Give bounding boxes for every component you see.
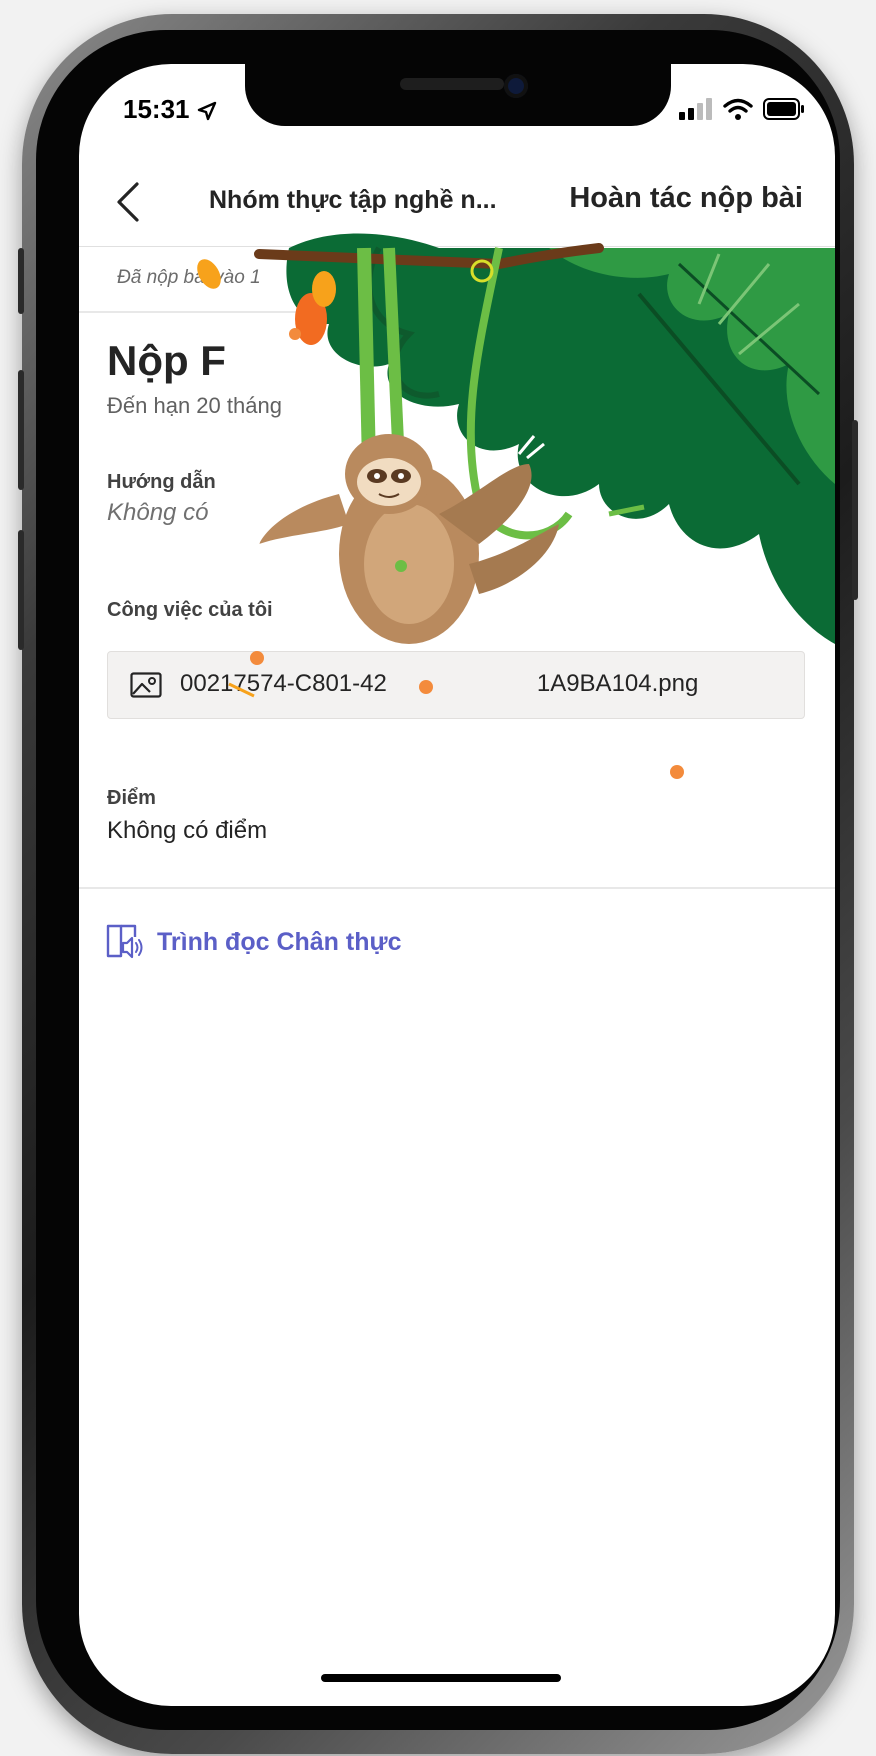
home-indicator bbox=[321, 1674, 561, 1682]
sloth-illustration bbox=[247, 434, 559, 644]
jungle-leaves bbox=[197, 233, 835, 644]
my-work-label: Công việc của tôi bbox=[107, 599, 273, 621]
battery-icon bbox=[763, 98, 804, 120]
back-button[interactable] bbox=[111, 180, 151, 224]
instructions-label: Hướng dẫn bbox=[107, 471, 216, 493]
points-value: Không có điểm bbox=[107, 817, 268, 844]
chevron-left-icon bbox=[117, 182, 139, 222]
nav-title: Nhóm thực tập nghề n... bbox=[209, 186, 497, 214]
file-name-end: 1A9BA104.png bbox=[536, 670, 699, 697]
volume-up-button bbox=[18, 370, 24, 490]
power-button bbox=[852, 420, 858, 600]
immersive-reader-label: Trình đọc Chân thực bbox=[157, 927, 402, 956]
file-name-start: 00217574-C801-42 bbox=[180, 670, 387, 697]
due-date: Đến hạn 20 tháng bbox=[107, 393, 282, 418]
assignment-title: Nộp F n bbox=[107, 337, 412, 385]
immersive-reader-icon bbox=[106, 924, 143, 959]
phone-screen: 15:31 Nhóm thực tập nghề n... Hoàn tác n… bbox=[79, 64, 835, 1706]
signal-icon bbox=[679, 98, 712, 120]
notch bbox=[245, 64, 671, 126]
image-file-icon bbox=[130, 672, 162, 698]
navigation-bar: Nhóm thực tập nghề n... Hoàn tác nộp bài bbox=[79, 160, 835, 247]
status-icons bbox=[677, 98, 805, 120]
mute-switch bbox=[18, 248, 24, 314]
front-camera bbox=[504, 74, 528, 98]
assignment-title-end: n bbox=[385, 337, 412, 384]
file-name: 00217574-C801-42 1A9BA104.png bbox=[180, 670, 698, 698]
speaker-grille bbox=[400, 78, 504, 90]
instructions-value: Không có bbox=[107, 499, 209, 526]
volume-down-button bbox=[18, 530, 24, 650]
immersive-reader-button[interactable]: Trình đọc Chân thực bbox=[105, 923, 402, 961]
attached-file[interactable]: 00217574-C801-42 1A9BA104.png bbox=[107, 651, 805, 719]
divider bbox=[79, 311, 835, 313]
points-label: Điểm bbox=[107, 787, 156, 809]
undo-submission-button[interactable]: Hoàn tác nộp bài bbox=[569, 182, 803, 215]
wifi-icon bbox=[723, 98, 753, 120]
location-arrow-icon bbox=[197, 101, 216, 121]
assignment-title-start: Nộp F bbox=[107, 337, 226, 384]
divider bbox=[79, 887, 835, 889]
status-time: 15:31 bbox=[123, 94, 217, 125]
submitted-status: Đã nộp bài vào 1 bbox=[117, 267, 261, 288]
